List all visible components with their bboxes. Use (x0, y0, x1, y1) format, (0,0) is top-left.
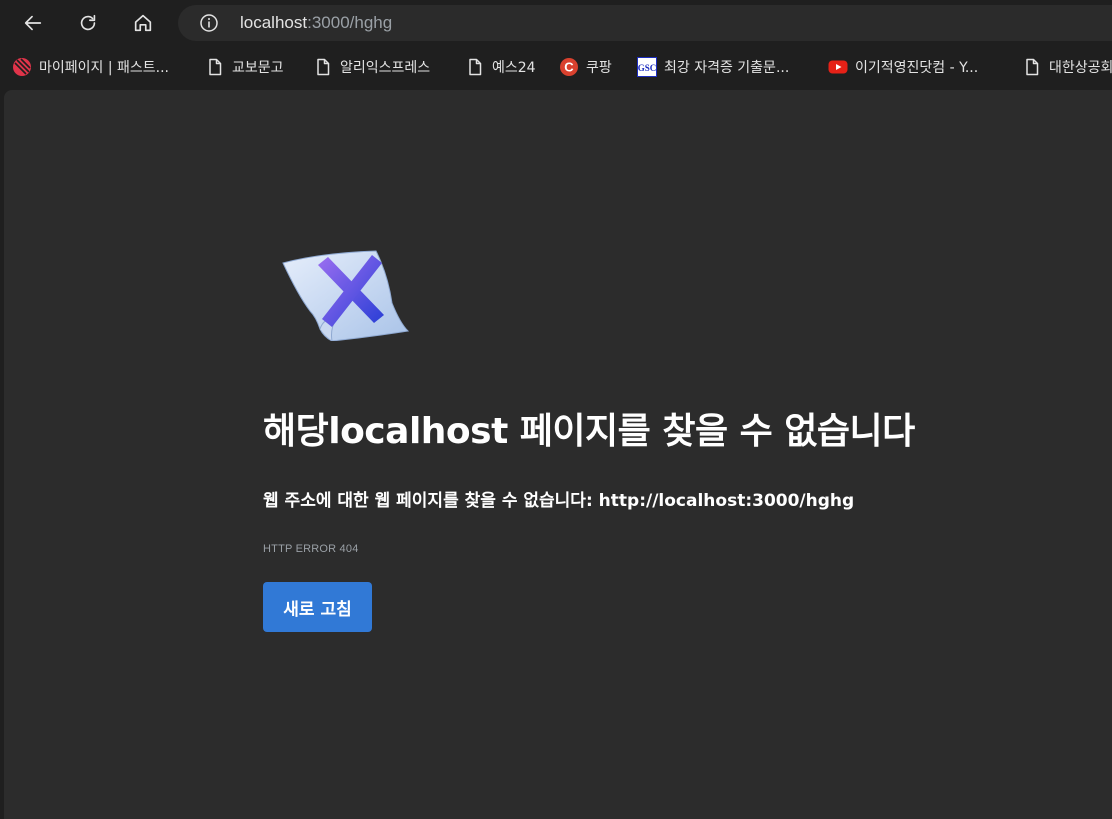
page-icon (1022, 57, 1042, 77)
bookmark-label: 대한상공회 (1049, 60, 1112, 76)
back-button[interactable] (16, 6, 50, 40)
bookmark-label: 이기적영진닷컴 - Y... (855, 60, 979, 76)
bookmark-item[interactable]: 이기적영진닷컴 - Y... (828, 54, 978, 80)
bookmark-label: 교보문고 (232, 60, 284, 76)
error-headline: 해당localhost 페이지를 찾을 수 없습니다 (263, 411, 915, 452)
bookmark-label: 알리익스프레스 (340, 60, 431, 76)
address-bar[interactable]: localhost:3000/hghg (178, 5, 1112, 41)
home-icon (134, 14, 152, 32)
bookmark-item[interactable]: 교보문고 (205, 54, 284, 80)
error-code: HTTP ERROR 404 (263, 543, 359, 555)
bookmark-label: 마이페이지 | 패스트... (39, 60, 170, 76)
bookmark-label: 쿠팡 (586, 60, 612, 76)
youtube-icon (828, 57, 848, 77)
bookmark-item[interactable]: 알리익스프레스 (313, 54, 430, 80)
page-icon (465, 57, 485, 77)
url-text[interactable]: localhost:3000/hghg (240, 13, 392, 33)
svg-text:C: C (564, 60, 574, 75)
bookmark-item[interactable]: 마이페이지 | 패스트... (12, 54, 169, 80)
bookmark-label: 최강 자격증 기출문... (664, 60, 790, 76)
reload-button[interactable] (71, 6, 105, 40)
error-description: 웹 주소에 대한 웹 페이지를 찾을 수 없습니다: http://localh… (263, 491, 855, 511)
bookmark-item[interactable]: 예스24 (465, 54, 536, 80)
bookmark-item[interactable]: GSC 최강 자격증 기출문... (637, 54, 789, 80)
site-info-icon[interactable] (199, 13, 219, 33)
svg-text:GSC: GSC (638, 63, 657, 73)
browser-toolbar: localhost:3000/hghg (0, 0, 1112, 46)
page-icon (205, 57, 225, 77)
reload-page-button[interactable]: 새로 고침 (263, 582, 372, 632)
gsc-logo-icon: GSC (637, 57, 657, 77)
error-page: 해당localhost 페이지를 찾을 수 없습니다 웹 주소에 대한 웹 페이… (4, 90, 1112, 819)
red-striped-ball-icon (12, 57, 32, 77)
bookmark-item[interactable]: 대한상공회 (1022, 54, 1112, 80)
back-arrow-icon (24, 15, 42, 31)
coupang-c-icon: C (559, 57, 579, 77)
bookmark-label: 예스24 (492, 60, 536, 76)
bookmarks-bar: 마이페이지 | 패스트... 교보문고 알리익스프레스 예스24 C 쿠팡 GS… (0, 46, 1112, 88)
reload-icon (80, 14, 96, 31)
url-host: localhost (240, 13, 308, 32)
page-icon (313, 57, 333, 77)
url-path: :3000/hghg (307, 13, 393, 32)
home-button[interactable] (126, 6, 160, 40)
bookmark-item[interactable]: C 쿠팡 (559, 54, 612, 80)
broken-page-x-icon (282, 250, 410, 341)
